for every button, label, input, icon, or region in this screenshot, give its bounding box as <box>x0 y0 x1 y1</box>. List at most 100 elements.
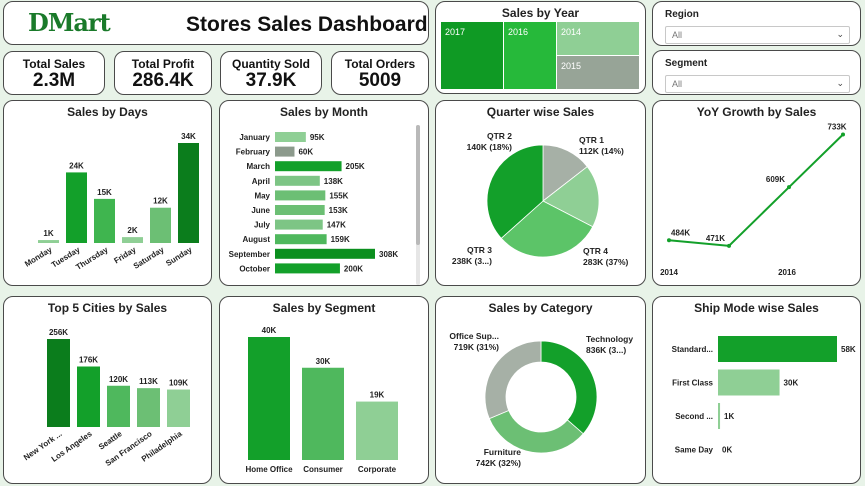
kpi-label: Total Sales <box>22 57 86 71</box>
tick-label: First Class <box>672 379 713 388</box>
data-label: 256K <box>49 328 68 337</box>
sales-by-month-chart: January 95K February 60K March 205K April 138K M… <box>229 132 398 274</box>
kpi-label: Total Profit <box>131 57 195 71</box>
tick-label: February <box>236 148 271 157</box>
segment-dropdown[interactable]: All ⌄ <box>665 75 850 93</box>
bar[interactable] <box>137 388 160 427</box>
data-label: 200K <box>344 264 363 273</box>
tick-label: Standard... <box>672 345 713 354</box>
series-line[interactable] <box>668 133 844 247</box>
sales-by-category-card: Sales by Category Technology 836K (3...) F… <box>435 296 646 484</box>
bar[interactable] <box>167 389 190 427</box>
data-label: 155K <box>329 191 348 200</box>
bar[interactable] <box>718 403 721 429</box>
slice-value-label: 140K (18%) <box>467 142 513 152</box>
bar[interactable] <box>718 336 837 362</box>
bar[interactable] <box>178 143 199 243</box>
slice-value-label: 719K (31%) <box>454 342 500 352</box>
data-label: 58K <box>841 345 856 354</box>
sales-by-year-card: Sales by Year 2017 2016 2014 2015 <box>435 1 646 94</box>
tick-label: October <box>239 264 270 273</box>
data-label: 12K <box>153 197 168 206</box>
data-label: 1K <box>724 412 734 421</box>
bar[interactable] <box>150 207 171 243</box>
bar[interactable] <box>94 198 115 243</box>
bar[interactable] <box>275 248 375 259</box>
kpi-label: Quantity Sold <box>232 57 310 71</box>
bar[interactable] <box>275 161 342 172</box>
slice-category-label: QTR 3 <box>467 245 492 255</box>
slice-category-label: Technology <box>586 334 633 344</box>
tick-label: Monday <box>23 245 54 269</box>
bar[interactable] <box>107 385 130 427</box>
slice-value-label: 742K (32%) <box>476 458 522 468</box>
bar[interactable] <box>275 234 327 245</box>
tick-label: September <box>229 250 270 259</box>
slice-value-label: 283K (37%) <box>583 257 629 267</box>
sales-by-year-chart: 2017 2016 2014 2015 <box>441 22 639 89</box>
dashboard-title: Stores Sales Dashboard <box>186 13 428 36</box>
tick-label: Sunday <box>164 245 194 268</box>
data-label: 308K <box>379 250 398 259</box>
bar[interactable] <box>275 132 306 142</box>
chevron-down-icon[interactable]: ⌄ <box>836 78 844 89</box>
region-dropdown[interactable]: All ⌄ <box>665 26 850 44</box>
dmart-logo: DMart <box>28 8 111 37</box>
segment-value: All <box>672 79 683 89</box>
header-card: DMart Stores Sales Dashboard <box>3 1 429 45</box>
ship-mode-chart: Standard... 58K First Class 30K Second ... 1K… <box>672 336 856 455</box>
data-label: 34K <box>181 132 196 141</box>
data-label: 153K <box>329 206 348 215</box>
bar[interactable] <box>77 366 100 428</box>
tick-label: Corporate <box>358 465 397 474</box>
bar[interactable] <box>275 205 325 215</box>
tick-label: Thursday <box>74 245 110 272</box>
slice-category-label: QTR 4 <box>583 246 608 256</box>
scrollbar[interactable] <box>416 125 420 285</box>
bar[interactable] <box>47 339 70 427</box>
pie-slice[interactable] <box>484 340 542 420</box>
bar[interactable] <box>38 240 59 243</box>
tick-label: January <box>239 133 270 142</box>
chevron-down-icon[interactable]: ⌄ <box>836 29 844 40</box>
data-point[interactable] <box>667 238 671 243</box>
tick-label: June <box>251 206 270 215</box>
tick-label: August <box>242 235 270 244</box>
bar[interactable] <box>718 369 780 396</box>
bar[interactable] <box>275 190 326 201</box>
tick-label: Consumer <box>303 465 343 474</box>
bar[interactable] <box>275 219 323 230</box>
data-point[interactable] <box>787 185 791 190</box>
bar[interactable] <box>302 367 344 460</box>
data-label: 19K <box>370 391 385 400</box>
bar[interactable] <box>356 401 398 460</box>
scrollbar-thumb[interactable] <box>416 125 420 245</box>
kpi-total-sales: Total Sales 2.3M <box>3 51 105 95</box>
yoy-growth-card: YoY Growth by Sales 484K 471K 609K 733K 2014… <box>652 100 861 286</box>
bar[interactable] <box>66 172 87 243</box>
quarter-sales-card: Quarter wise Sales QTR 1 112K (14%) QTR 21… <box>435 100 646 286</box>
data-label: 15K <box>97 188 112 197</box>
data-label: 147K <box>327 221 346 230</box>
data-label: 30K <box>784 379 799 388</box>
segment-label: Segment <box>665 58 708 69</box>
data-point[interactable] <box>841 132 845 137</box>
bar[interactable] <box>248 337 290 460</box>
slice-value-label: 836K (3...) <box>586 345 626 355</box>
data-label: 30K <box>316 357 331 366</box>
slice-value-label: 112K (14%) <box>579 146 624 156</box>
tick-label: Same Day <box>675 446 714 455</box>
data-label: 205K <box>346 162 365 171</box>
data-label: 159K <box>331 235 350 244</box>
bar[interactable] <box>122 237 143 243</box>
data-label: 95K <box>310 133 325 142</box>
kpi-value: 2.3M <box>32 70 76 91</box>
treemap-label-2017: 2017 <box>445 27 465 37</box>
data-point[interactable] <box>727 243 731 248</box>
data-label: 176K <box>79 356 98 365</box>
bar[interactable] <box>275 175 320 186</box>
bar[interactable] <box>275 263 340 274</box>
data-label: 1K <box>43 229 53 238</box>
tick-label: May <box>254 191 270 200</box>
bar[interactable] <box>275 146 295 157</box>
